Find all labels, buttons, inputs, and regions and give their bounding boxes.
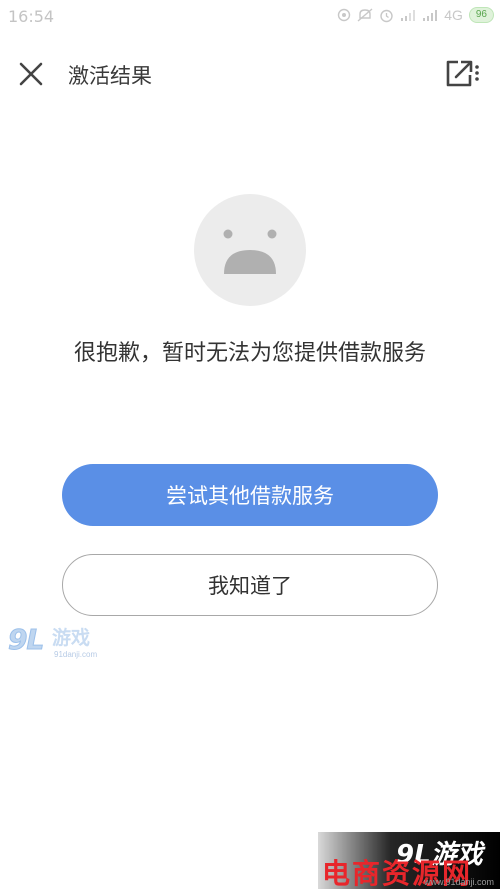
- open-external-button[interactable]: [444, 57, 480, 89]
- open-external-icon: [446, 60, 479, 87]
- battery-indicator: 96: [468, 7, 494, 23]
- close-icon: [19, 62, 43, 86]
- title-bar: 激活结果: [0, 48, 500, 98]
- error-message: 很抱歉，暂时无法为您提供借款服务: [73, 341, 426, 366]
- location-icon: [337, 8, 351, 22]
- sad-face-icon: [194, 194, 306, 306]
- try-other-loan-button[interactable]: 尝试其他借款服务: [62, 464, 438, 526]
- watermark-large-url: www.91danji.com: [423, 877, 494, 887]
- got-it-button[interactable]: 我知道了: [62, 554, 438, 616]
- alarm-icon: [379, 8, 394, 23]
- signal-1-icon: [400, 9, 416, 21]
- page-title: 激活结果: [68, 64, 152, 88]
- watermark-logo-large: 9L游戏 电商资源网 www.91danji.com: [318, 832, 500, 889]
- status-bar: 16:54 4G 96: [0, 0, 500, 34]
- close-button[interactable]: [16, 59, 46, 89]
- watermark-logo-small: 9L 游戏 91danji.com: [7, 623, 106, 663]
- watermark-small-text: 游戏: [52, 627, 91, 649]
- network-type-label: 4G: [444, 7, 463, 23]
- watermark-small-url: 91danji.com: [54, 650, 98, 659]
- status-icons: 4G 96: [337, 7, 494, 23]
- mute-icon: [357, 8, 373, 22]
- watermark-small-logo-text: 9L: [7, 623, 44, 657]
- signal-2-icon: [422, 9, 438, 21]
- status-time: 16:54: [8, 7, 55, 26]
